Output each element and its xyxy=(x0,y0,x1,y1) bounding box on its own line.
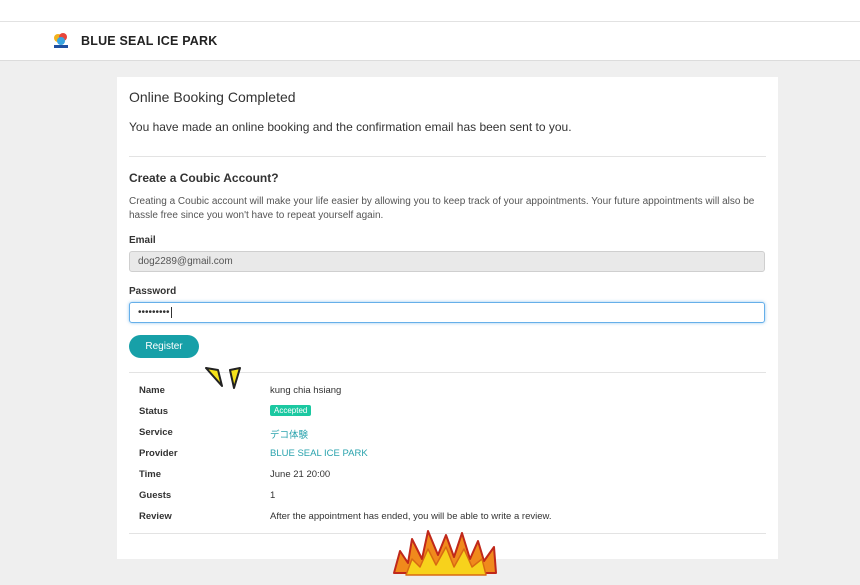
create-account-description: Creating a Coubic account will make your… xyxy=(129,196,755,221)
password-label: Password xyxy=(129,286,177,297)
service-link[interactable]: デコ体験 xyxy=(270,427,308,441)
review-label: Review xyxy=(139,511,172,522)
register-button[interactable]: Register xyxy=(129,335,199,358)
guests-label: Guests xyxy=(139,490,172,501)
email-label: Email xyxy=(129,235,156,246)
email-value: dog2289@gmail.com xyxy=(138,256,233,267)
review-value: After the appointment has ended, you wil… xyxy=(270,511,552,522)
text-caret xyxy=(170,306,172,318)
name-value: kung chia hsiang xyxy=(270,385,342,396)
time-value: June 21 20:00 xyxy=(270,469,331,480)
provider-link[interactable]: BLUE SEAL ICE PARK xyxy=(270,448,368,459)
page-title: Online Booking Completed xyxy=(129,89,296,105)
password-field[interactable]: ••••••••• xyxy=(129,302,765,323)
brand-name[interactable]: BLUE SEAL ICE PARK xyxy=(81,34,218,48)
status-label: Status xyxy=(139,406,169,417)
password-value: ••••••••• xyxy=(138,307,170,318)
confirmation-message: You have made an online booking and the … xyxy=(129,120,572,134)
name-label: Name xyxy=(139,385,165,396)
provider-label: Provider xyxy=(139,448,178,459)
top-strip xyxy=(0,0,860,22)
booking-card: Online Booking Completed You have made a… xyxy=(117,77,778,559)
create-account-heading: Create a Coubic Account? xyxy=(129,171,279,185)
status-badge: Accepted xyxy=(270,405,312,416)
service-label: Service xyxy=(139,427,173,438)
sparkle-icon xyxy=(204,364,244,397)
email-field[interactable]: dog2289@gmail.com xyxy=(129,251,765,272)
flame-icon xyxy=(390,525,500,585)
guests-value: 1 xyxy=(270,490,276,501)
divider xyxy=(129,156,766,157)
time-label: Time xyxy=(139,469,162,480)
blue-seal-logo-icon[interactable] xyxy=(52,32,70,50)
site-header: BLUE SEAL ICE PARK xyxy=(0,22,860,61)
